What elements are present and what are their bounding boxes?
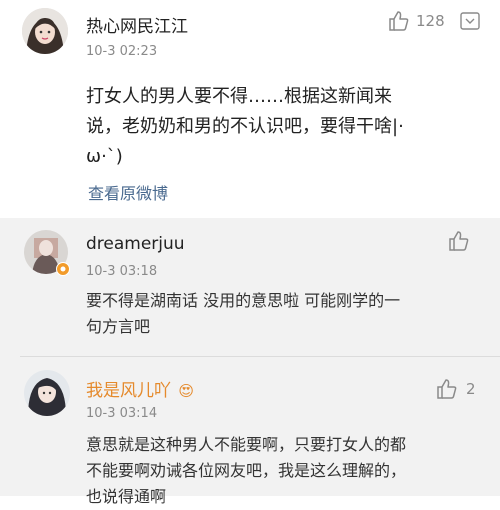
avatar[interactable] [22,8,68,54]
avatar-image [24,370,70,416]
thumbs-up-icon [436,378,458,400]
reply-text: 意思就是这种男人不能要啊，只要打女人的都 不能要啊劝诫各位网友吧，我是这么理解的… [86,432,486,510]
like-button[interactable]: 2 [436,378,486,400]
reply-text: 要不得是湖南话 没用的意思啦 可能刚学的一 句方言吧 [86,288,486,340]
username[interactable]: 热心网民江江 [86,12,188,37]
view-original-link[interactable]: 查看原微博 [88,180,168,204]
timestamp: 10-3 02:23 [86,44,158,59]
more-options-icon[interactable] [460,12,480,30]
avatar-image [22,8,68,54]
like-button[interactable]: 128 [388,10,452,32]
reply-line: 意思就是这种男人不能要啊，只要打女人的都 [86,435,407,454]
reply-line: 要不得是湖南话 没用的意思啦 可能刚学的一 [86,291,401,310]
comment-line: ω·`) [86,146,123,167]
comment-line: 说，老奶奶和男的不认识吧，要得干啥|· [86,116,404,137]
reply-line: 句方言吧 [86,317,151,336]
reply-timestamp: 10-3 03:18 [86,264,158,279]
reply-line: 不能要啊劝诫各位网友吧，我是这么理解的， [86,461,407,480]
comment-text: 打女人的男人要不得……根据这新闻来 说，老奶奶和男的不认识吧，要得干啥|· ω·… [86,82,486,172]
like-count: 128 [416,12,445,30]
avatar[interactable] [24,370,70,416]
avatar-badge-icon [56,262,70,276]
reply-username[interactable]: 我是风儿吖 😍 [86,376,194,401]
thumbs-up-icon [388,10,410,32]
like-button[interactable] [448,230,472,252]
reply-timestamp: 10-3 03:14 [86,406,158,421]
thumbs-up-icon [448,230,472,252]
divider [20,356,500,357]
like-count: 2 [466,380,476,398]
reply-line: 也说得通啊 [86,487,167,506]
reply-username[interactable]: dreamerjuu [86,234,185,254]
comment-line: 打女人的男人要不得……根据这新闻来 [86,86,392,107]
emoji-badge-icon: 😍 [178,382,195,400]
replies-section: dreamerjuu 10-3 03:18 要不得是湖南话 没用的意思啦 可能刚… [0,218,500,506]
